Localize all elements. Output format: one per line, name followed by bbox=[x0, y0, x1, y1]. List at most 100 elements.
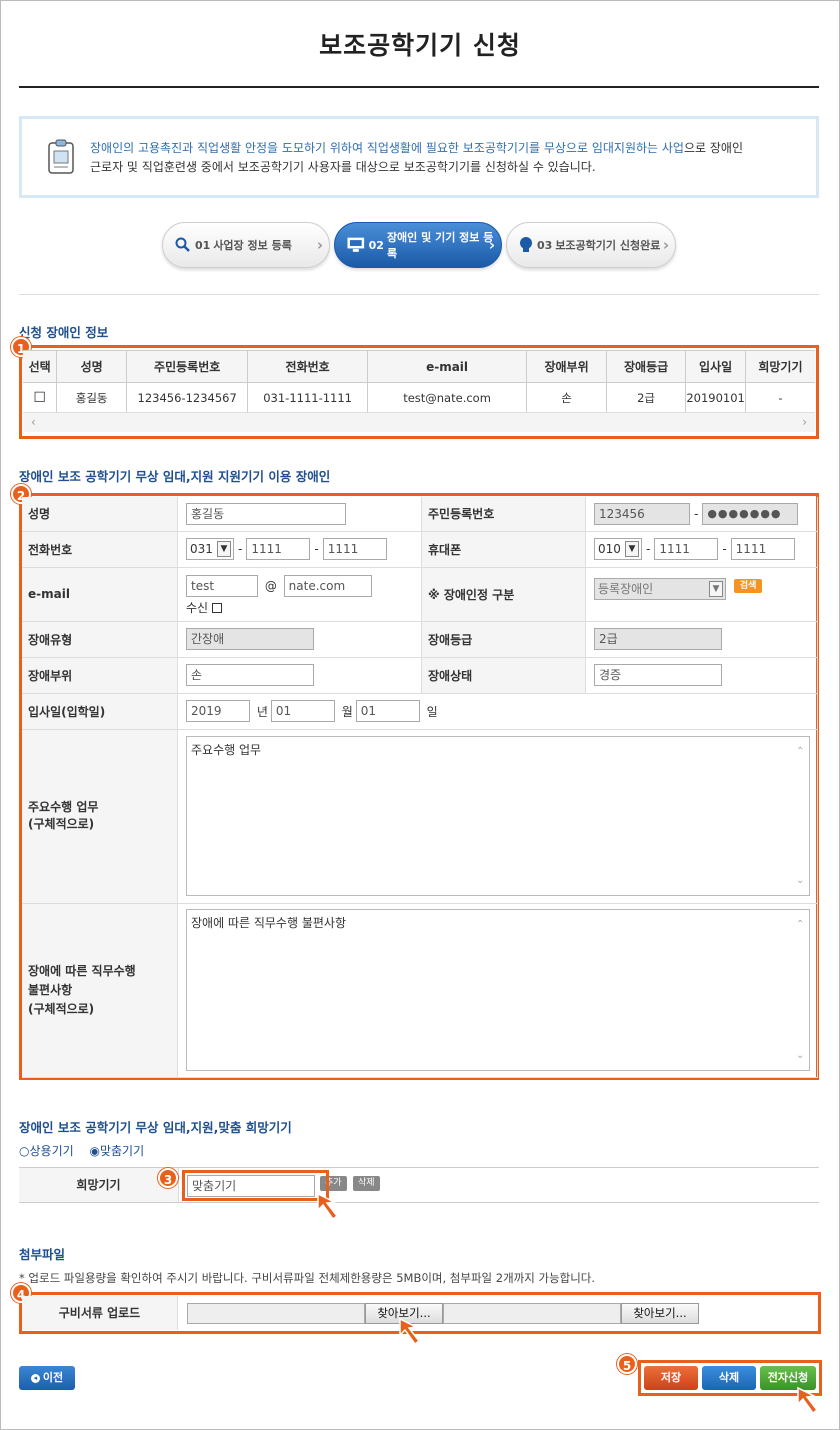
form-row: 장애부위 손 장애상태 경증 bbox=[22, 657, 819, 694]
save-button[interactable]: 저장 bbox=[644, 1366, 698, 1390]
email-id-input[interactable]: test bbox=[186, 574, 259, 597]
disability-type-input[interactable]: 간장애 bbox=[186, 628, 315, 650]
file-upload-label: 구비서류 업로드 bbox=[22, 1296, 178, 1330]
scroll-right-icon[interactable]: › bbox=[802, 415, 807, 429]
row-checkbox[interactable]: ☐ bbox=[23, 382, 58, 413]
phone-last-input[interactable]: 1111 bbox=[322, 538, 387, 560]
radio-commercial[interactable]: ○상용기기 bbox=[19, 1144, 74, 1158]
scroll-left-icon[interactable]: ‹ bbox=[31, 415, 36, 429]
col-phone: 전화번호 bbox=[247, 350, 368, 383]
pointer-arrow-icon bbox=[797, 1386, 819, 1415]
cell-rrn: 123456-1234567 bbox=[125, 382, 249, 413]
col-name: 성명 bbox=[56, 350, 127, 383]
rrn-front-input[interactable]: 123456 bbox=[593, 502, 690, 525]
label-type: 장애유형 bbox=[22, 621, 179, 658]
pointer-arrow-icon bbox=[399, 1317, 421, 1346]
step-2-num: 02 bbox=[368, 238, 384, 252]
section3-badge: 3 bbox=[158, 1168, 178, 1188]
receive-checkbox[interactable] bbox=[211, 603, 222, 613]
col-select: 선택 bbox=[23, 350, 58, 383]
cert-select[interactable]: 등록장애인 ▼ bbox=[593, 577, 726, 600]
wish-device-label: 희망기기 bbox=[19, 1168, 179, 1202]
textarea-scrollbar[interactable]: ⌃ ⌄ bbox=[794, 738, 808, 894]
mobile-last-input[interactable]: 1111 bbox=[730, 538, 795, 560]
device-type-radios: ○상용기기 ◉맞춤기기 bbox=[19, 1142, 144, 1159]
email-domain-input[interactable]: nate.com bbox=[283, 574, 372, 597]
hire-year-input[interactable]: 2019 bbox=[186, 700, 251, 722]
prev-button[interactable]: ◂ 이전 bbox=[19, 1366, 75, 1390]
page-title: 보조공학기기 신청 bbox=[319, 31, 521, 60]
mobile-mid-input[interactable]: 1111 bbox=[654, 538, 719, 560]
disability-status-input[interactable]: 경증 bbox=[593, 664, 722, 686]
scroll-up-icon[interactable]: ⌃ bbox=[796, 746, 804, 757]
mobile-prefix-select[interactable]: 010 ▼ bbox=[593, 538, 642, 560]
col-rrn: 주민등록번호 bbox=[125, 350, 249, 383]
day-unit: 일 bbox=[426, 704, 438, 719]
scroll-down-icon[interactable]: ⌄ bbox=[796, 1050, 804, 1061]
file-path-input-2[interactable] bbox=[443, 1303, 621, 1324]
delete-device-button[interactable]: 삭제 bbox=[353, 1176, 380, 1191]
section4-title: 첨부파일 bbox=[19, 1247, 66, 1262]
cell-email: test@nate.com bbox=[366, 382, 528, 413]
chevron-right-icon: › bbox=[488, 236, 495, 254]
clipboard-icon bbox=[48, 139, 74, 174]
section-divider bbox=[19, 294, 819, 295]
phone-prefix-select[interactable]: 031 ▼ bbox=[186, 538, 235, 560]
info-line2: 근로자 및 직업훈련생 중에서 보조공학기기 사용자를 대상으로 보조공학기기를… bbox=[90, 160, 596, 174]
step-3[interactable]: 03 보조공학기기 신청완료 › bbox=[506, 222, 676, 268]
receive-label: 수신 bbox=[186, 600, 209, 615]
step-3-label: 보조공학기기 신청완료 bbox=[555, 239, 661, 252]
horizontal-scrollbar[interactable]: ‹ › bbox=[23, 412, 815, 432]
rrn-back-input[interactable]: ●●●●●●● bbox=[702, 502, 799, 525]
table-row: ☐ 홍길동 123456-1234567 031-1111-1111 test@… bbox=[23, 382, 815, 413]
duty-text: 주요수행 업무 bbox=[191, 743, 262, 757]
pointer-arrow-icon bbox=[317, 1192, 339, 1221]
label-phone: 전화번호 bbox=[22, 531, 179, 568]
file-path-input-1[interactable] bbox=[187, 1303, 365, 1324]
mobile-prefix-value: 010 bbox=[597, 542, 621, 556]
cell-phone: 031-1111-1111 bbox=[247, 382, 368, 413]
monitor-icon bbox=[347, 237, 365, 252]
scroll-down-icon[interactable]: ⌄ bbox=[796, 875, 804, 886]
cell-hire: 20190101 bbox=[685, 382, 746, 413]
scroll-up-icon[interactable]: ⌃ bbox=[796, 919, 804, 930]
disability-part-input[interactable]: 손 bbox=[186, 664, 315, 686]
form-row: 주요수행 업무 (구체적으로) 주요수행 업무 ⌃ ⌄ bbox=[22, 729, 818, 904]
email-at: @ bbox=[264, 578, 277, 593]
form-row: 입사일(입학일) 2019 년 01 월 01 일 bbox=[22, 693, 818, 730]
label-name: 성명 bbox=[22, 497, 179, 532]
textarea-scrollbar[interactable]: ⌃ ⌄ bbox=[794, 911, 808, 1069]
wish-device-row: 희망기기 맞춤기기 추가 삭제 bbox=[19, 1167, 819, 1203]
cell-name: 홍길동 bbox=[56, 382, 127, 413]
step-1[interactable]: 01 사업장 정보 등록 › bbox=[162, 222, 330, 268]
form-row: e-mail test @ nate.com 수신 ※ 장애인정 구분 등록장애… bbox=[22, 567, 819, 622]
label-rrn: 주민등록번호 bbox=[421, 497, 586, 532]
inconvenience-textarea[interactable]: 장애에 따른 직무수행 불편사항 ⌃ ⌄ bbox=[186, 909, 811, 1071]
radio-custom[interactable]: ◉맞춤기기 bbox=[89, 1144, 144, 1158]
delete-button[interactable]: 삭제 bbox=[702, 1366, 756, 1390]
title-divider bbox=[19, 86, 819, 88]
chevron-right-icon: › bbox=[316, 236, 323, 254]
label-hire: 입사일(입학일) bbox=[22, 693, 179, 730]
label-inconvenience: 장애에 따른 직무수행 불편사항 (구체적으로) bbox=[22, 903, 179, 1078]
chevron-down-icon: ▼ bbox=[708, 580, 723, 597]
col-grade: 장애등급 bbox=[605, 350, 687, 383]
radio-commercial-label: 상용기기 bbox=[29, 1144, 74, 1158]
phone-mid-input[interactable]: 1111 bbox=[246, 538, 311, 560]
duty-textarea[interactable]: 주요수행 업무 ⌃ ⌄ bbox=[186, 736, 811, 896]
disability-grade-input[interactable]: 2급 bbox=[593, 628, 722, 650]
prev-button-label: 이전 bbox=[42, 1371, 64, 1384]
hire-day-input[interactable]: 01 bbox=[355, 700, 420, 722]
applicant-form: 성명 홍길동 주민등록번호 123456- ●●●●●●● 전화번호 031 ▼ -1… bbox=[22, 497, 819, 1078]
chevron-down-icon: ▼ bbox=[624, 541, 639, 557]
browse-button-2[interactable]: 찾아보기... bbox=[621, 1303, 699, 1324]
form-row: 장애유형 간장애 장애등급 2급 bbox=[22, 621, 819, 658]
name-input[interactable]: 홍길동 bbox=[186, 502, 347, 525]
cell-grade: 2급 bbox=[605, 382, 687, 413]
phone-prefix-value: 031 bbox=[190, 542, 213, 556]
col-email: e-mail bbox=[366, 350, 528, 383]
step-2[interactable]: 02 장애인 및 기기 정보 등록 › bbox=[334, 222, 502, 268]
cell-device: - bbox=[744, 382, 815, 413]
search-button[interactable]: 검색 bbox=[733, 578, 763, 593]
hire-month-input[interactable]: 01 bbox=[270, 700, 335, 722]
